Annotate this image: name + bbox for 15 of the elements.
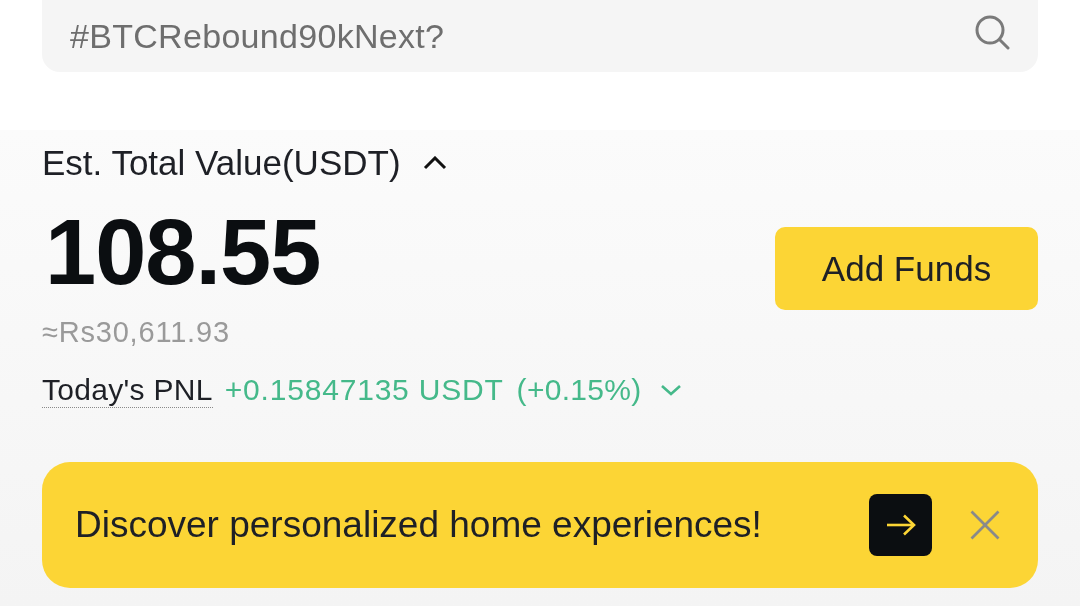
pnl-value: +0.15847135 USDT bbox=[224, 373, 504, 407]
arrow-right-icon bbox=[885, 514, 916, 536]
fiat-estimate: ≈Rs30,611.93 bbox=[42, 315, 230, 350]
chevron-up-icon[interactable] bbox=[422, 156, 447, 170]
close-icon[interactable] bbox=[970, 510, 1000, 540]
chevron-down-icon[interactable] bbox=[659, 384, 682, 396]
section-title: Est. Total Value(USDT) bbox=[42, 143, 401, 183]
pnl-percent: (+0.15%) bbox=[516, 373, 642, 407]
balance-value: 108.55 bbox=[45, 204, 321, 300]
add-funds-button[interactable]: Add Funds bbox=[775, 227, 1038, 310]
banner-text: Discover personalized home experiences! bbox=[75, 504, 763, 546]
search-field[interactable]: #BTCRebound90kNext? bbox=[42, 0, 1038, 72]
arrow-button[interactable] bbox=[869, 494, 932, 556]
pnl-label[interactable]: Today's PNL bbox=[42, 372, 213, 408]
search-icon[interactable] bbox=[974, 14, 1010, 50]
